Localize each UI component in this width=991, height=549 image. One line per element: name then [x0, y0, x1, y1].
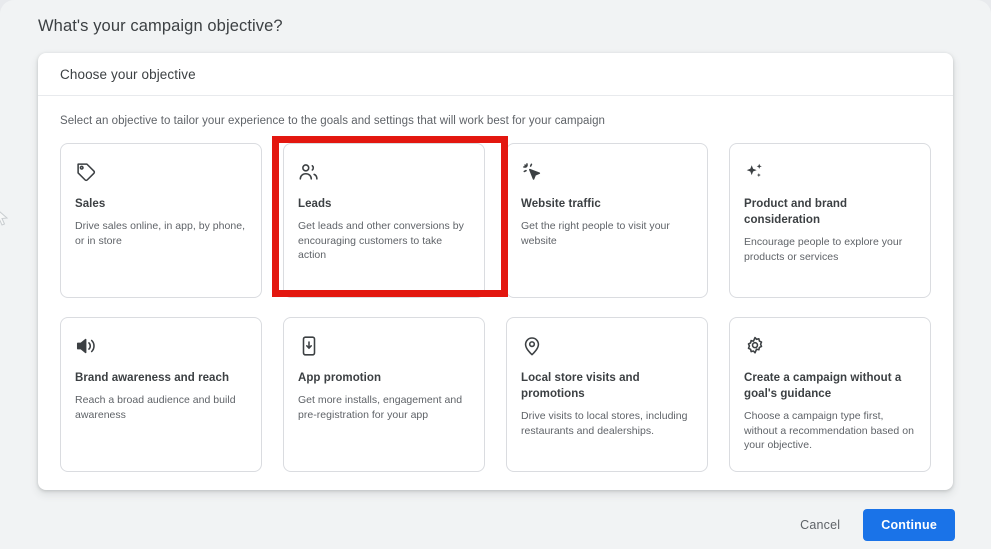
objective-card-product-brand-consideration[interactable]: Product and brand consideration Encourag… — [729, 143, 931, 298]
objective-card-description: Reach a broad audience and build awarene… — [75, 394, 236, 421]
dialog-header: Choose your objective — [38, 53, 953, 96]
megaphone-speaker-icon — [75, 335, 101, 361]
objective-card-description: Get the right people to visit your websi… — [521, 220, 670, 247]
objective-card-brand-awareness[interactable]: Brand awareness and reach Reach a broad … — [60, 317, 262, 472]
price-tag-icon — [75, 161, 101, 187]
campaign-objective-page: What's your campaign objective? Choose y… — [0, 0, 991, 549]
objective-card-description: Get more installs, engagement and pre-re… — [298, 394, 463, 421]
objective-card-description: Drive sales online, in app, by phone, or… — [75, 220, 246, 247]
objective-card-leads[interactable]: Leads Get leads and other conversions by… — [283, 143, 485, 298]
objective-card-description: Drive visits to local stores, including … — [521, 410, 688, 437]
objective-card-title: Product and brand consideration — [744, 198, 848, 226]
page-header: What's your campaign objective? — [38, 8, 738, 44]
objective-card-local-store-visits[interactable]: Local store visits and promotions Drive … — [506, 317, 708, 472]
sparkle-icon — [744, 161, 770, 187]
mobile-app-download-icon — [298, 335, 324, 361]
click-cursor-icon — [521, 161, 547, 187]
objective-card-title: App promotion — [298, 372, 382, 384]
objective-card-grid: Sales Drive sales online, in app, by pho… — [60, 143, 931, 472]
gear-settings-icon — [744, 335, 770, 361]
continue-button[interactable]: Continue — [863, 508, 955, 541]
objective-card-title: Website traffic — [521, 198, 601, 210]
objective-card-description: Encourage people to explore your product… — [744, 236, 903, 263]
location-pin-icon — [521, 335, 547, 361]
dialog-header-title: Choose your objective — [60, 66, 196, 82]
objective-card-title: Leads — [298, 198, 332, 210]
objective-card-title: Brand awareness and reach — [75, 372, 230, 384]
objective-card-sales[interactable]: Sales Drive sales online, in app, by pho… — [60, 143, 262, 298]
dialog-subtitle: Select an objective to tailor your exper… — [60, 115, 605, 127]
objective-card-description: Get leads and other conversions by encou… — [298, 220, 464, 261]
choose-objective-dialog: Choose your objective Select an objectiv… — [38, 53, 953, 490]
objective-card-no-goal-guidance[interactable]: Create a campaign without a goal's guida… — [729, 317, 931, 472]
objective-card-title: Create a campaign without a goal's guida… — [744, 372, 902, 400]
objective-card-title: Sales — [75, 198, 106, 210]
objective-card-description: Choose a campaign type first, without a … — [744, 410, 914, 451]
page-title: What's your campaign objective? — [38, 16, 283, 35]
objective-card-website-traffic[interactable]: Website traffic Get the right people to … — [506, 143, 708, 298]
cancel-button[interactable]: Cancel — [786, 510, 854, 540]
objective-card-app-promotion[interactable]: App promotion Get more installs, engagem… — [283, 317, 485, 472]
objective-card-title: Local store visits and promotions — [521, 372, 640, 400]
leads-people-icon — [298, 161, 324, 187]
mouse-cursor-icon — [0, 207, 10, 227]
dialog-footer: Cancel Continue — [0, 500, 991, 549]
